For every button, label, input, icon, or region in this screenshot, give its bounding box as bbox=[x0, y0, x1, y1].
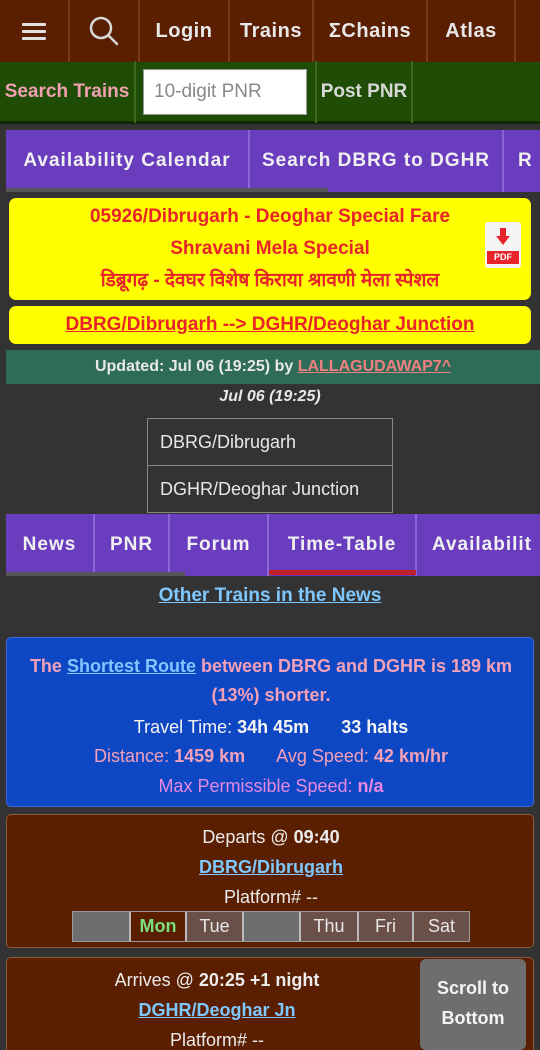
download-arrow-icon bbox=[496, 228, 510, 245]
pnr-input[interactable] bbox=[143, 68, 307, 115]
tab-search-dbrg-dghr[interactable]: Search DBRG to DGHR bbox=[250, 130, 504, 192]
distance-row: Distance: 1459 km Avg Speed: 42 km/hr bbox=[94, 746, 448, 766]
arrives-line: Arrives @ 20:25 +1 night bbox=[114, 970, 320, 990]
arrival-platform: Platform# -- bbox=[169, 1030, 265, 1050]
route-link[interactable]: DBRG/Dibrugarh --> DGHR/Deoghar Junction bbox=[9, 306, 531, 344]
departure-box: Departs @ 09:40 DBRG/Dibrugarh Platform#… bbox=[6, 814, 534, 948]
pdf-label: PDF bbox=[487, 251, 519, 264]
post-pnr-button[interactable]: Post PNR bbox=[315, 60, 413, 123]
menu-button[interactable] bbox=[0, 0, 70, 62]
to-station[interactable]: DGHR/Deoghar Junction bbox=[147, 465, 393, 513]
day-wed bbox=[244, 912, 301, 941]
section-tab-scrollbar[interactable] bbox=[6, 572, 185, 576]
travel-time: 34h 45m bbox=[237, 717, 310, 737]
departs-line: Departs @ 09:40 bbox=[202, 827, 340, 847]
search-bar: Search Trains Post PNR bbox=[0, 60, 540, 124]
train-title: 05926/Dibrugarh - Deoghar Special Fare S… bbox=[9, 198, 531, 300]
day-tue: Tue bbox=[187, 912, 244, 941]
from-station[interactable]: DBRG/Dibrugarh bbox=[147, 418, 393, 466]
updated-text: Updated: Jul 06 (19:25) by bbox=[94, 358, 298, 375]
max-speed: n/a bbox=[357, 776, 384, 796]
arrival-station-link[interactable]: DGHR/Deoghar Jn bbox=[138, 1000, 295, 1020]
trains-button[interactable]: Trains bbox=[230, 0, 314, 62]
search-trains-link[interactable]: Search Trains bbox=[0, 60, 136, 123]
page: Login Trains ΣChains Atlas Search Trains… bbox=[0, 0, 540, 1050]
top-nav: Login Trains ΣChains Atlas bbox=[0, 0, 540, 62]
updated-bar: Updated: Jul 06 (19:25) by LALLAGUDAWAP7… bbox=[6, 350, 540, 384]
tab-availability-calendar[interactable]: Availability Calendar bbox=[6, 130, 250, 192]
updated-time: Jul 06 (19:25) bbox=[219, 388, 321, 405]
travel-time-row: Travel Time: 34h 45m 33 halts bbox=[133, 717, 409, 737]
train-name-hindi: डिब्रूगढ़ - देवघर विशेष किराया श्रावणी म… bbox=[100, 270, 440, 291]
search-icon bbox=[89, 16, 119, 46]
login-button[interactable]: Login bbox=[140, 0, 230, 62]
departure-station-link[interactable]: DBRG/Dibrugarh bbox=[199, 857, 343, 877]
arrival-time: 20:25 +1 night bbox=[198, 970, 320, 990]
active-tab-indicator bbox=[269, 570, 416, 575]
day-fri: Fri bbox=[359, 912, 414, 941]
section-tabs: News PNR Forum Time-Table Availabilit bbox=[6, 514, 540, 576]
day-thu: Thu bbox=[301, 912, 359, 941]
departure-platform: Platform# -- bbox=[223, 887, 319, 907]
shortest-route-text: The Shortest Route between DBRG and DGHR… bbox=[29, 656, 513, 705]
tab-news[interactable]: News bbox=[6, 514, 95, 576]
halts: 33 halts bbox=[341, 717, 409, 737]
tab-more[interactable]: R bbox=[504, 130, 540, 192]
day-sun bbox=[73, 912, 131, 941]
chains-button[interactable]: ΣChains bbox=[314, 0, 428, 62]
tab-time-table[interactable]: Time-Table bbox=[269, 514, 417, 576]
day-mon: Mon bbox=[131, 912, 187, 941]
atlas-button[interactable]: Atlas bbox=[428, 0, 516, 62]
scroll-to-bottom-button[interactable]: Scroll to Bottom bbox=[420, 959, 526, 1050]
search-button[interactable] bbox=[70, 0, 140, 62]
other-trains-news-link[interactable]: Other Trains in the News bbox=[0, 585, 540, 607]
running-days: Mon Tue Thu Fri Sat bbox=[72, 911, 470, 942]
distance: 1459 km bbox=[174, 746, 246, 766]
shortest-route-link[interactable]: Shortest Route bbox=[67, 656, 196, 676]
tab-availability[interactable]: Availabilit bbox=[417, 514, 540, 576]
tab-forum[interactable]: Forum bbox=[170, 514, 269, 576]
pdf-icon[interactable]: PDF bbox=[485, 222, 521, 268]
hamburger-icon bbox=[22, 19, 46, 44]
updated-user-link[interactable]: LALLAGUDAWAP7^ bbox=[298, 358, 451, 375]
train-subtitle: Shravani Mela Special bbox=[170, 238, 370, 259]
tab-scrollbar[interactable] bbox=[6, 188, 328, 192]
max-speed-row: Max Permissible Speed: n/a bbox=[158, 776, 384, 796]
avg-speed: 42 km/hr bbox=[373, 746, 448, 766]
tab-pnr[interactable]: PNR bbox=[95, 514, 170, 576]
train-name: 05926/Dibrugarh - Deoghar Special Fare bbox=[89, 206, 451, 227]
day-sat: Sat bbox=[414, 912, 469, 941]
train-tabs: Availability Calendar Search DBRG to DGH… bbox=[6, 130, 540, 192]
route-info-box: The Shortest Route between DBRG and DGHR… bbox=[6, 637, 534, 807]
departure-time: 09:40 bbox=[293, 827, 340, 847]
